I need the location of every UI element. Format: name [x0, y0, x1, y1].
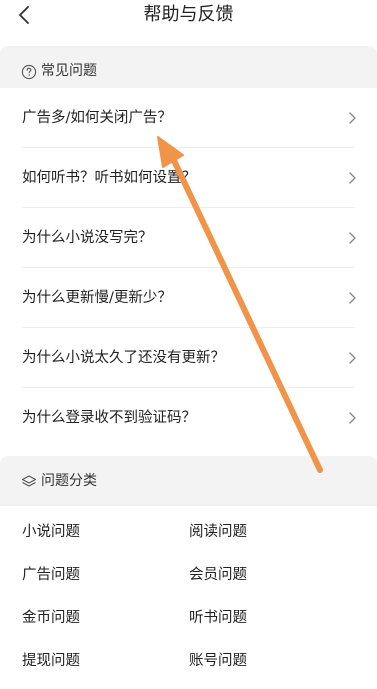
category-item[interactable]: 听书问题	[189, 608, 247, 628]
category-item[interactable]: 提现问题	[22, 651, 80, 671]
chevron-right-icon	[349, 352, 356, 364]
page-title: 帮助与反馈	[143, 4, 234, 25]
chevron-right-icon	[349, 232, 356, 244]
category-item[interactable]: 小说问题	[22, 522, 80, 542]
faq-question: 如何听书？听书如何设置？	[22, 170, 196, 186]
category-item[interactable]: 阅读问题	[189, 522, 247, 542]
category-item[interactable]: 广告问题	[22, 565, 80, 585]
chevron-right-icon	[349, 112, 356, 124]
question-circle-icon	[21, 64, 37, 80]
chevron-right-icon	[349, 412, 356, 424]
top-bar: 帮助与反馈	[0, 0, 377, 36]
layers-icon	[21, 475, 37, 487]
category-item[interactable]: 金币问题	[22, 608, 80, 628]
help-feedback-page: 帮助与反馈 常见问题 广告多/如何关闭广告？ 如何听书？听书如何设置？ 为什么小…	[0, 0, 377, 689]
category-item[interactable]: 会员问题	[189, 565, 247, 585]
faq-question: 为什么小说太久了还没有更新？	[22, 350, 225, 366]
chevron-right-icon	[349, 172, 356, 184]
category-section-title: 问题分类	[41, 473, 97, 489]
faq-question: 广告多/如何关闭广告？	[22, 110, 172, 126]
category-section-header: 问题分类	[0, 456, 377, 506]
chevron-right-icon	[349, 292, 356, 304]
faq-item[interactable]: 为什么更新慢/更新少？	[0, 268, 377, 328]
faq-item[interactable]: 如何听书？听书如何设置？	[0, 148, 377, 208]
faq-item[interactable]: 为什么登录收不到验证码？	[0, 388, 377, 448]
faq-question: 为什么小说没写完？	[22, 230, 153, 246]
faq-section-title: 常见问题	[41, 63, 97, 79]
faq-item[interactable]: 广告多/如何关闭广告？	[0, 88, 377, 148]
faq-question: 为什么登录收不到验证码？	[22, 410, 196, 426]
category-item[interactable]: 账号问题	[189, 651, 247, 671]
faq-item[interactable]: 为什么小说太久了还没有更新？	[0, 328, 377, 388]
faq-list: 广告多/如何关闭广告？ 如何听书？听书如何设置？ 为什么小说没写完？ 为什么更新…	[0, 88, 377, 448]
faq-question: 为什么更新慢/更新少？	[22, 290, 172, 306]
faq-item[interactable]: 为什么小说没写完？	[0, 208, 377, 268]
